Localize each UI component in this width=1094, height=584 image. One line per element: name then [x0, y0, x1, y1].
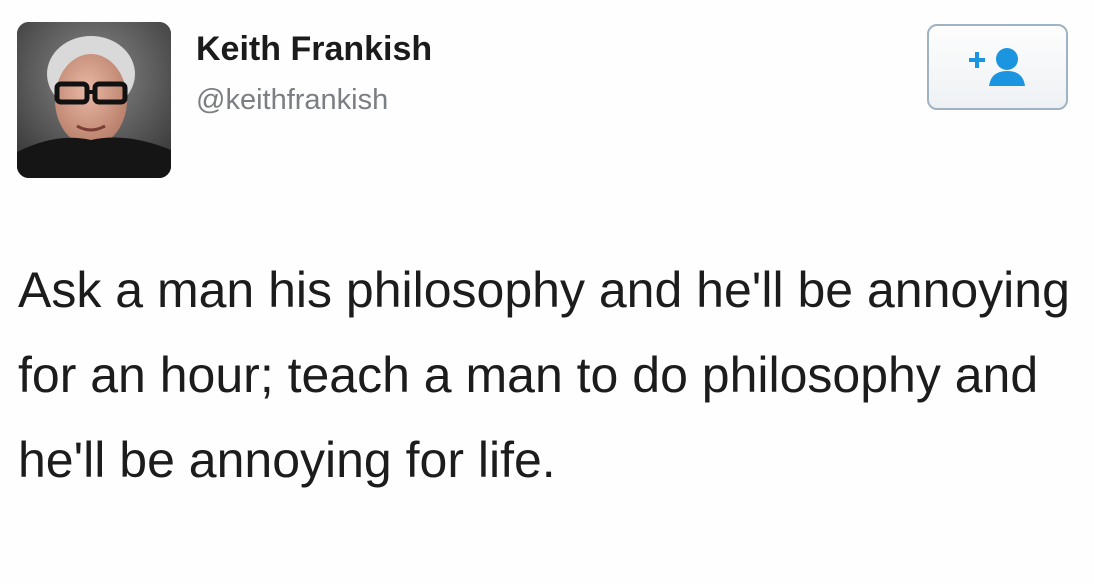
author-name[interactable]: Keith Frankish	[196, 30, 432, 69]
author-handle[interactable]: @keithfrankish	[196, 84, 388, 117]
tweet-card: Keith Frankish @keithfrankish Ask a man …	[0, 0, 1094, 584]
add-user-icon	[965, 42, 1031, 92]
follow-button[interactable]	[927, 24, 1068, 110]
tweet-text: Ask a man his philosophy and he'll be an…	[18, 262, 1070, 488]
avatar[interactable]	[17, 22, 171, 178]
avatar-photo	[17, 22, 171, 178]
